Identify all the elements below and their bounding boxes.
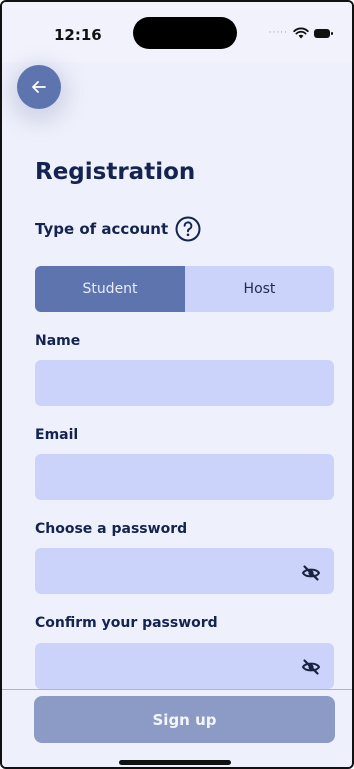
arrow-left-icon bbox=[32, 81, 46, 93]
signup-button[interactable]: Sign up bbox=[34, 696, 335, 743]
email-input[interactable] bbox=[35, 454, 334, 500]
status-bar: 12:16 ····· bbox=[2, 2, 352, 62]
account-type-student[interactable]: Student bbox=[35, 266, 185, 312]
password-label: Choose a password bbox=[35, 521, 188, 537]
question-circle-icon[interactable] bbox=[174, 215, 202, 243]
dynamic-island bbox=[133, 17, 237, 49]
home-indicator bbox=[119, 760, 231, 765]
account-type-row: Type of account bbox=[35, 215, 202, 243]
signal-dots: ····· bbox=[268, 28, 288, 38]
confirm-password-label: Confirm your password bbox=[35, 615, 218, 631]
account-type-selector: Student Host bbox=[35, 266, 334, 312]
back-button[interactable] bbox=[17, 65, 61, 109]
battery-icon bbox=[314, 28, 333, 38]
confirm-password-input[interactable] bbox=[35, 643, 334, 689]
page-title: Registration bbox=[35, 159, 196, 185]
status-icons: ····· bbox=[268, 27, 333, 39]
phone-screen: 12:16 ····· Registration Type of account… bbox=[0, 0, 354, 769]
email-label: Email bbox=[35, 427, 79, 443]
password-input[interactable] bbox=[35, 548, 334, 594]
eye-off-icon[interactable] bbox=[301, 657, 321, 677]
account-type-label: Type of account bbox=[35, 220, 169, 238]
wifi-icon bbox=[293, 27, 309, 39]
account-type-host[interactable]: Host bbox=[185, 266, 334, 312]
eye-off-icon[interactable] bbox=[301, 563, 321, 583]
name-label: Name bbox=[35, 333, 81, 349]
status-time: 12:16 bbox=[54, 26, 102, 44]
name-input[interactable] bbox=[35, 360, 334, 406]
